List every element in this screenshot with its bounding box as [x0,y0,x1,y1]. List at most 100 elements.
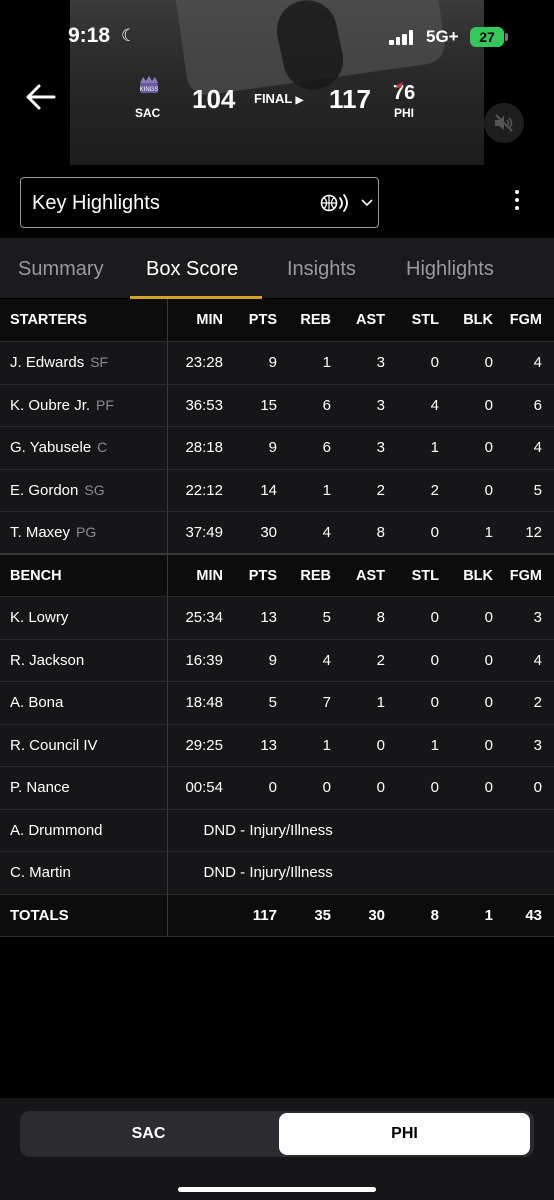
tab-box-score[interactable]: Box Score [146,258,238,281]
player-position: PG [76,524,97,540]
kings-logo-icon: KINGS [140,76,159,93]
play-triangle-icon: ▶ [295,95,304,106]
stat-cell: 0 [397,596,451,640]
player-name[interactable]: E. Gordon [10,482,78,499]
stat-cell: 9 [235,426,289,470]
player-name[interactable]: R. Jackson [10,652,84,669]
total-cell: 43 [505,894,554,937]
player-row[interactable]: G. Yabusele C 28:18 9 6 3 1 0 4 [0,426,554,470]
player-row[interactable]: R. Jackson 16:39 9 4 2 0 0 4 [0,639,554,682]
stat-cell: 1 [289,724,343,767]
player-name[interactable]: C. Martin [10,864,71,881]
home-team-abbr: PHI [394,106,415,120]
player-row[interactable]: K. Lowry 25:34 13 5 8 0 0 3 [0,596,554,640]
stat-cell: 1 [343,681,397,725]
stat-cell: 8 [343,596,397,640]
player-row[interactable]: P. Nance 00:54 0 0 0 0 0 0 [0,766,554,810]
team-toggle-away[interactable]: SAC [20,1111,277,1157]
chevron-down-icon [361,199,373,207]
player-row[interactable]: R. Council IV 29:25 13 1 0 1 0 3 [0,724,554,767]
stat-cell: 0 [235,766,289,810]
stat-cell: 25:34 [167,596,235,640]
player-cell: J. Edwards SF [0,341,168,385]
battery-level: 27 [479,29,495,45]
player-cell: G. Yabusele C [0,426,168,470]
player-row[interactable]: T. Maxey PG 37:49 30 4 8 0 1 12 [0,511,554,555]
highlights-dropdown[interactable]: Key Highlights [20,177,379,228]
column-header: FGM [505,553,554,597]
total-cell: 35 [289,894,343,937]
column-header: BLK [451,299,505,342]
stat-cell: 0 [397,341,451,385]
player-name[interactable]: K. Oubre Jr. [10,397,90,414]
stat-cell: 1 [397,426,451,470]
status-bar: 9:18 ☾ 5G+ 27 [0,0,554,70]
stat-cell: 12 [505,511,554,555]
stat-cell: 6 [289,426,343,470]
player-position: PF [96,396,114,413]
player-name[interactable]: R. Council IV [10,737,98,754]
player-row[interactable]: A. Bona 18:48 5 7 1 0 0 2 [0,681,554,725]
player-row[interactable]: A. Drummond DND - Injury/Illness [0,809,554,852]
stat-cell: 5 [289,596,343,640]
player-row[interactable]: C. Martin DND - Injury/Illness [0,851,554,895]
player-row[interactable]: K. Oubre Jr. PF 36:53 15 6 3 4 0 6 [0,384,554,427]
total-cell: 1 [451,894,505,937]
column-header: AST [343,299,397,342]
game-status: FINAL ▶ [254,91,303,106]
more-options-icon[interactable] [507,190,527,216]
stat-cell: 1 [289,469,343,512]
player-position: SG [84,481,105,498]
dnd-status: DND - Injury/Illness [167,851,554,895]
dropdown-label: Key Highlights [32,192,160,214]
column-header: MIN [167,299,235,342]
stat-cell: 2 [505,681,554,725]
player-name[interactable]: T. Maxey [10,524,70,541]
player-name[interactable]: P. Nance [10,779,70,796]
player-name[interactable]: K. Lowry [10,609,68,626]
player-name[interactable]: A. Bona [10,694,63,711]
column-header: MIN [167,553,235,597]
moon-icon: ☾ [121,26,137,45]
player-row[interactable]: E. Gordon SG 22:12 14 1 2 2 0 5 [0,469,554,512]
player-cell: K. Lowry [0,596,168,640]
section-label: BENCH [0,553,168,597]
player-cell: A. Bona [0,681,168,725]
tab-insights[interactable]: Insights [287,258,356,281]
battery-tip [505,33,508,41]
player-cell: C. Martin [0,851,168,895]
stat-cell: 0 [451,384,505,427]
stat-cell: 16:39 [167,639,235,682]
column-header: AST [343,553,397,597]
column-header: REB [289,553,343,597]
player-row[interactable]: J. Edwards SF 23:28 9 1 3 0 0 4 [0,341,554,385]
section-label: STARTERS [0,299,168,342]
stat-cell: 4 [289,639,343,682]
player-cell: A. Drummond [0,809,168,852]
tab-highlights[interactable]: Highlights [406,258,494,281]
stat-cell: 0 [397,511,451,555]
total-cell: 8 [397,894,451,937]
stat-cell: 36:53 [167,384,235,427]
stat-cell: 28:18 [167,426,235,470]
player-position: C [97,439,108,456]
player-cell: R. Jackson [0,639,168,682]
stat-cell: 9 [235,639,289,682]
signal-icon [389,29,415,45]
stat-cell: 0 [397,639,451,682]
stat-cell: 0 [451,724,505,767]
player-name[interactable]: A. Drummond [10,822,103,839]
stat-cell: 23:28 [167,341,235,385]
player-cell: P. Nance [0,766,168,810]
starters-header-row: STARTERS MIN PTS REB AST STL BLK FGM [0,299,554,342]
player-name[interactable]: G. Yabusele [10,439,91,456]
stat-cell: 13 [235,596,289,640]
player-name[interactable]: J. Edwards [10,354,84,371]
stat-cell: 1 [289,341,343,385]
svg-text:KINGS: KINGS [140,87,159,93]
team-toggle-home[interactable]: PHI [279,1113,530,1155]
mute-button[interactable] [484,103,524,143]
back-arrow-icon[interactable] [24,80,58,114]
tab-summary[interactable]: Summary [18,258,104,281]
network-type: 5G+ [426,27,459,46]
